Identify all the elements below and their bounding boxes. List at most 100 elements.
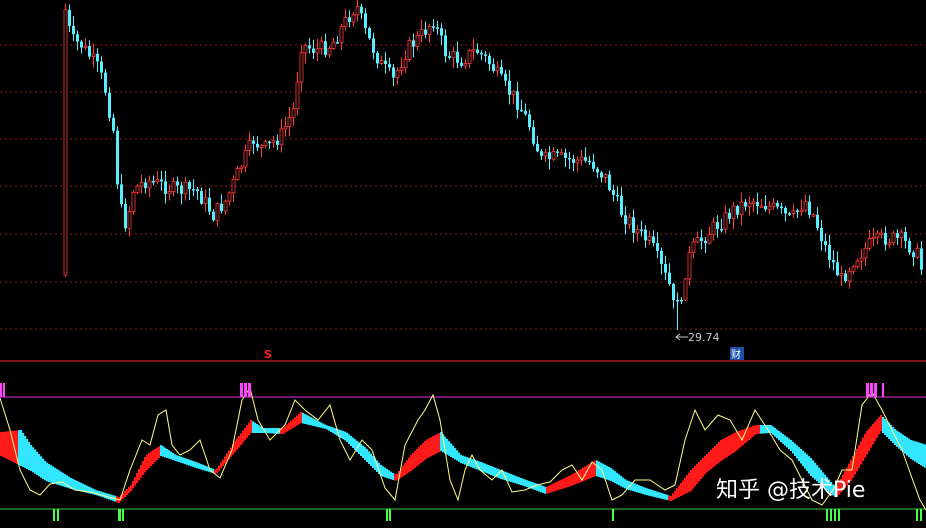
indicator-band-segment: [142, 461, 145, 475]
cai-marker: 财: [730, 347, 744, 361]
indicator-band-segment: [26, 439, 29, 469]
candle-body-down: [152, 180, 155, 183]
indicator-band-segment: [538, 484, 541, 492]
candle-body-down: [124, 203, 127, 229]
candle-body-up: [171, 180, 176, 193]
indicator-band-segment: [448, 441, 451, 456]
candle-body-down: [584, 157, 587, 161]
indicator-band-segment: [366, 449, 369, 462]
candle-body-up: [747, 202, 752, 208]
indicator-band-segment: [148, 453, 151, 468]
indicator-band-segment: [526, 480, 529, 488]
candle-body-down: [220, 203, 223, 212]
indicator-band-segment: [150, 451, 153, 466]
indicator-band-segment: [710, 450, 713, 469]
indicator-band-segment: [690, 470, 693, 491]
indicator-band-segment: [420, 445, 423, 463]
candle-body-down: [432, 26, 435, 28]
indicator-band-segment: [246, 425, 249, 438]
indicator-band-segment: [160, 445, 163, 456]
indicator-band-segment: [660, 492, 663, 499]
indicator-band-segment: [726, 436, 729, 457]
candle-body-down: [908, 240, 911, 253]
indicator-band-segment: [684, 477, 687, 494]
indicator-band-segment: [608, 466, 611, 481]
indicator-band-segment: [244, 428, 247, 441]
candle-body-down: [388, 64, 391, 68]
oversold-tick: [57, 509, 59, 521]
candle-body-up: [127, 211, 132, 229]
candle-body-up: [227, 192, 232, 202]
candle-body-up: [559, 152, 564, 155]
candle-body-down: [484, 54, 487, 56]
candle-body-up: [419, 29, 424, 36]
candle-body-down: [548, 152, 551, 160]
indicator-band-segment: [164, 447, 167, 458]
indicator-band-segment: [862, 437, 865, 461]
indicator-band-segment: [548, 485, 551, 494]
indicator-band-segment: [234, 441, 237, 453]
candle-body-down: [112, 117, 115, 131]
indicator-band-segment: [136, 473, 139, 483]
candle-body-down: [104, 72, 107, 93]
indicator-band-segment: [808, 456, 811, 474]
indicator-band-segment: [524, 479, 527, 487]
candle-body-down: [780, 206, 783, 209]
indicator-band-segment: [788, 438, 791, 450]
indicator-band-segment: [438, 433, 441, 453]
candle-body-down: [884, 232, 887, 245]
candle-body-down: [480, 52, 483, 55]
indicator-band-segment: [62, 472, 65, 487]
indicator-band-segment: [634, 483, 637, 492]
candle-body-up: [83, 45, 88, 48]
candle-body-down: [212, 211, 215, 221]
indicator-band-segment: [270, 428, 273, 434]
candle-body-up: [887, 242, 892, 246]
indicator-band-segment: [686, 475, 689, 493]
indicator-band-segment: [732, 433, 735, 453]
indicator-band-segment: [708, 452, 711, 471]
candle-body-down: [164, 181, 167, 194]
indicator-band-segment: [168, 450, 171, 459]
indicator-band-segment: [574, 472, 577, 485]
indicator-band-segment: [8, 431, 11, 460]
candle-body-up: [243, 150, 248, 168]
indicator-band-segment: [750, 426, 753, 439]
indicator-band-segment: [636, 484, 639, 493]
indicator-band-segment: [542, 485, 545, 493]
indicator-band-segment: [372, 455, 375, 468]
indicator-band-segment: [18, 430, 21, 465]
indicator-band-segment: [490, 466, 493, 475]
candle-body-down: [188, 182, 191, 190]
candle-body-up: [711, 221, 716, 236]
indicator-band-segment: [518, 477, 521, 485]
indicator-band-segment: [656, 491, 659, 498]
candle-body-down: [728, 212, 731, 219]
candle-body-up: [687, 252, 692, 280]
indicator-band-segment: [886, 421, 889, 437]
indicator-band-segment: [44, 460, 47, 481]
indicator-band-segment: [402, 465, 405, 477]
candle-body-down: [668, 272, 671, 284]
indicator-band-segment: [870, 426, 873, 448]
indicator-band-segment: [546, 486, 549, 494]
candle-body-down: [788, 213, 791, 215]
indicator-band-segment: [266, 428, 269, 434]
indicator-band-segment: [666, 494, 669, 501]
indicator-band-segment: [806, 454, 809, 471]
indicator-band-segment: [662, 493, 665, 500]
candle-body-up: [135, 185, 140, 193]
indicator-band-segment: [32, 447, 35, 473]
candle-body-down: [516, 91, 519, 110]
indicator-band-segment: [772, 426, 775, 435]
indicator-band-segment: [780, 432, 783, 442]
candle-body-down: [564, 152, 567, 158]
candle-body-down: [844, 273, 847, 282]
indicator-band-segment: [728, 435, 731, 456]
indicator-band-segment: [450, 443, 453, 457]
indicator-band-segment: [644, 487, 647, 495]
indicator-band-segment: [860, 441, 863, 465]
indicator-band-segment: [622, 477, 625, 488]
indicator-band-segment: [284, 426, 287, 433]
indicator-band-segment: [624, 479, 627, 489]
